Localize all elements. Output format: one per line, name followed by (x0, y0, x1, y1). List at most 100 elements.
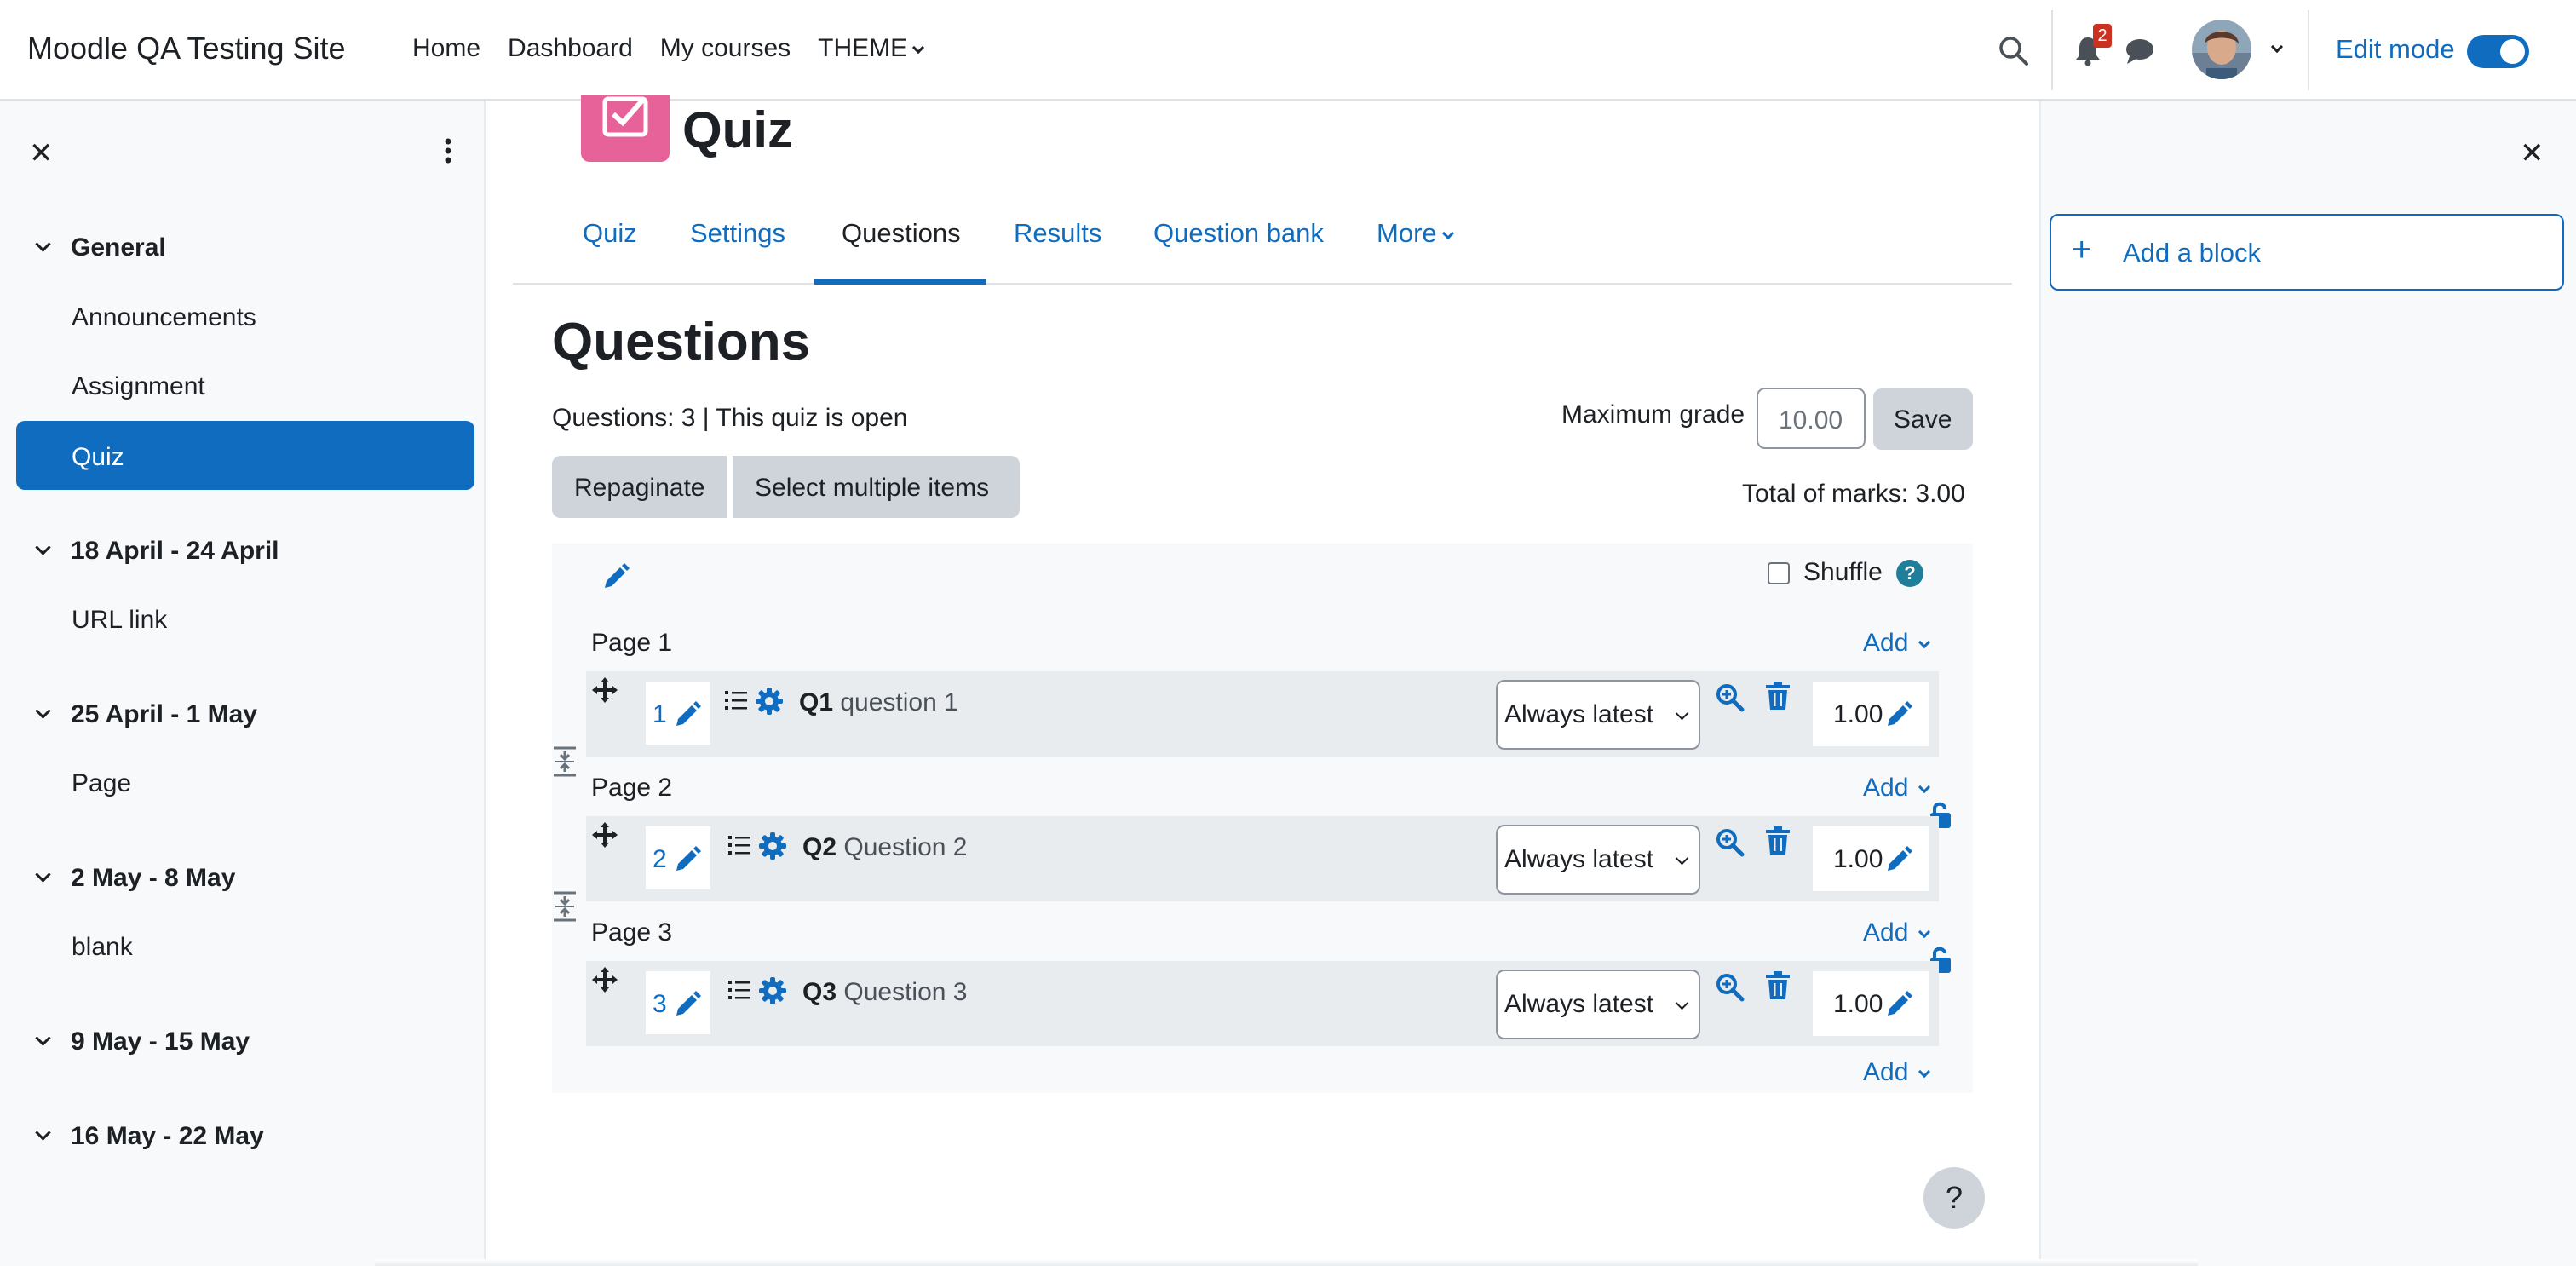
tab-questions-active[interactable]: Questions (842, 218, 961, 249)
tab-more[interactable]: More (1377, 218, 1454, 249)
section-16-may[interactable]: 16 May - 22 May (35, 1122, 264, 1151)
slot-number-value: 1 (653, 700, 667, 728)
question-version-select[interactable]: Always latest (1496, 970, 1700, 1039)
nav-link-home[interactable]: Home (412, 34, 480, 63)
move-icon[interactable] (591, 966, 618, 993)
course-item-blank[interactable]: blank (72, 933, 133, 962)
edit-question-gear-icon[interactable] (758, 976, 787, 1005)
section-25-april[interactable]: 25 April - 1 May (35, 700, 257, 729)
question-id: Q1 (799, 688, 834, 716)
delete-trash-icon[interactable] (1765, 971, 1791, 1000)
section-general[interactable]: General (35, 233, 166, 262)
quiz-status-line: Questions: 3 | This quiz is open (552, 404, 908, 432)
course-item-page[interactable]: Page (72, 769, 131, 798)
course-item-quiz-active[interactable]: Quiz (16, 421, 474, 490)
section-9-may[interactable]: 9 May - 15 May (35, 1027, 250, 1056)
question-type-list-icon (728, 836, 750, 855)
section-2-may[interactable]: 2 May - 8 May (35, 864, 236, 893)
add-block-button[interactable]: + Add a block (2050, 214, 2564, 291)
top-navbar: Moodle QA Testing Site Home Dashboard My… (0, 0, 2576, 101)
help-button[interactable]: ? (1923, 1167, 1985, 1229)
chevron-down-icon (1918, 636, 1931, 649)
slot-number[interactable]: 1 (646, 682, 710, 745)
nav-link-theme[interactable]: THEME (818, 34, 925, 63)
section-title: 2 May - 8 May (71, 864, 236, 892)
question-id: Q3 (802, 978, 837, 1006)
question-slot: 1 Q1 question 1 Always latest 1.00 (586, 671, 1939, 757)
save-button[interactable]: Save (1873, 388, 1973, 450)
tab-question-bank[interactable]: Question bank (1153, 218, 1324, 249)
question-name[interactable]: Q3 Question 3 (802, 978, 967, 1007)
slot-number[interactable]: 3 (646, 971, 710, 1034)
primary-navigation: Home Dashboard My courses THEME (412, 34, 925, 63)
user-avatar[interactable] (2191, 19, 2252, 80)
edit-mode-toggle[interactable] (2467, 35, 2529, 68)
section-18-april[interactable]: 18 April - 24 April (35, 537, 279, 566)
preview-question-zoom-icon[interactable] (1716, 828, 1745, 857)
section-title: 25 April - 1 May (71, 700, 257, 728)
question-max-mark[interactable]: 1.00 (1813, 826, 1929, 891)
shuffle-help-icon[interactable]: ? (1896, 560, 1923, 587)
edit-question-gear-icon[interactable] (755, 687, 784, 716)
edit-max-mark-pencil-icon (1888, 846, 1912, 871)
question-max-mark[interactable]: 1.00 (1813, 682, 1929, 746)
slot-number[interactable]: 2 (646, 826, 710, 889)
tab-settings[interactable]: Settings (690, 218, 785, 249)
course-index-options-icon[interactable] (445, 138, 451, 164)
messages-icon[interactable] (2125, 37, 2155, 65)
chevron-down-icon (1918, 1065, 1931, 1079)
question-title: Question 2 (843, 833, 968, 861)
add-question-menu-end[interactable]: Add (1863, 1058, 1931, 1087)
course-index-drawer: ✕ General Announcements Assignment Quiz … (0, 101, 486, 1266)
move-icon[interactable] (591, 821, 618, 849)
add-question-menu[interactable]: Add (1863, 774, 1931, 803)
nav-link-my-courses[interactable]: My courses (660, 34, 791, 63)
page-heading: Questions (552, 313, 811, 371)
chevron-down-icon (1441, 227, 1454, 240)
question-version-select[interactable]: Always latest (1496, 680, 1700, 750)
question-id: Q2 (802, 833, 837, 861)
question-slot: 2 Q2 Question 2 Always latest 1.00 (586, 816, 1939, 901)
delete-trash-icon[interactable] (1765, 682, 1791, 711)
tab-results[interactable]: Results (1014, 218, 1101, 249)
slot-number-value: 2 (653, 845, 667, 873)
close-course-index-icon[interactable]: ✕ (29, 136, 54, 170)
remove-page-break-icon[interactable] (552, 746, 578, 777)
add-label: Add (1863, 774, 1909, 802)
shuffle-checkbox[interactable] (1768, 562, 1790, 584)
question-max-mark[interactable]: 1.00 (1813, 971, 1929, 1036)
question-type-list-icon (728, 981, 750, 999)
search-icon[interactable] (1998, 36, 2029, 66)
course-item-assignment[interactable]: Assignment (72, 372, 205, 401)
remove-page-break-icon[interactable] (552, 891, 578, 922)
chevron-down-icon (35, 703, 51, 719)
question-slot: 3 Q3 Question 3 Always latest 1.00 (586, 961, 1939, 1046)
edit-question-gear-icon[interactable] (758, 832, 787, 860)
course-item-url-link[interactable]: URL link (72, 606, 167, 635)
question-name[interactable]: Q1 question 1 (799, 688, 958, 717)
preview-question-zoom-icon[interactable] (1716, 973, 1745, 1002)
page-label: Page 1 (591, 629, 673, 657)
tab-quiz[interactable]: Quiz (583, 218, 637, 249)
add-question-menu[interactable]: Add (1863, 918, 1931, 947)
course-item-announcements[interactable]: Announcements (72, 303, 256, 332)
shuffle-label: Shuffle (1803, 558, 1883, 586)
nav-link-dashboard[interactable]: Dashboard (508, 34, 633, 63)
select-multiple-items-button[interactable]: Select multiple items (733, 456, 1020, 518)
edit-section-heading-pencil-icon[interactable] (601, 562, 630, 591)
user-menu-chevron-icon[interactable] (2270, 40, 2284, 54)
question-version-select[interactable]: Always latest (1496, 825, 1700, 895)
add-label: Add (1863, 629, 1909, 657)
delete-trash-icon[interactable] (1765, 826, 1791, 855)
add-question-menu[interactable]: Add (1863, 629, 1931, 658)
max-grade-label: Maximum grade (1561, 400, 1745, 429)
question-name[interactable]: Q2 Question 2 (802, 833, 967, 862)
site-name[interactable]: Moodle QA Testing Site (27, 31, 346, 66)
move-icon[interactable] (591, 676, 618, 704)
max-grade-input[interactable]: 10.00 (1757, 388, 1866, 449)
preview-question-zoom-icon[interactable] (1716, 683, 1745, 712)
edit-max-mark-pencil-icon (1888, 701, 1912, 726)
close-block-drawer-icon[interactable]: ✕ (2520, 136, 2544, 170)
repaginate-button[interactable]: Repaginate (552, 456, 727, 518)
active-tab-indicator (814, 279, 986, 285)
